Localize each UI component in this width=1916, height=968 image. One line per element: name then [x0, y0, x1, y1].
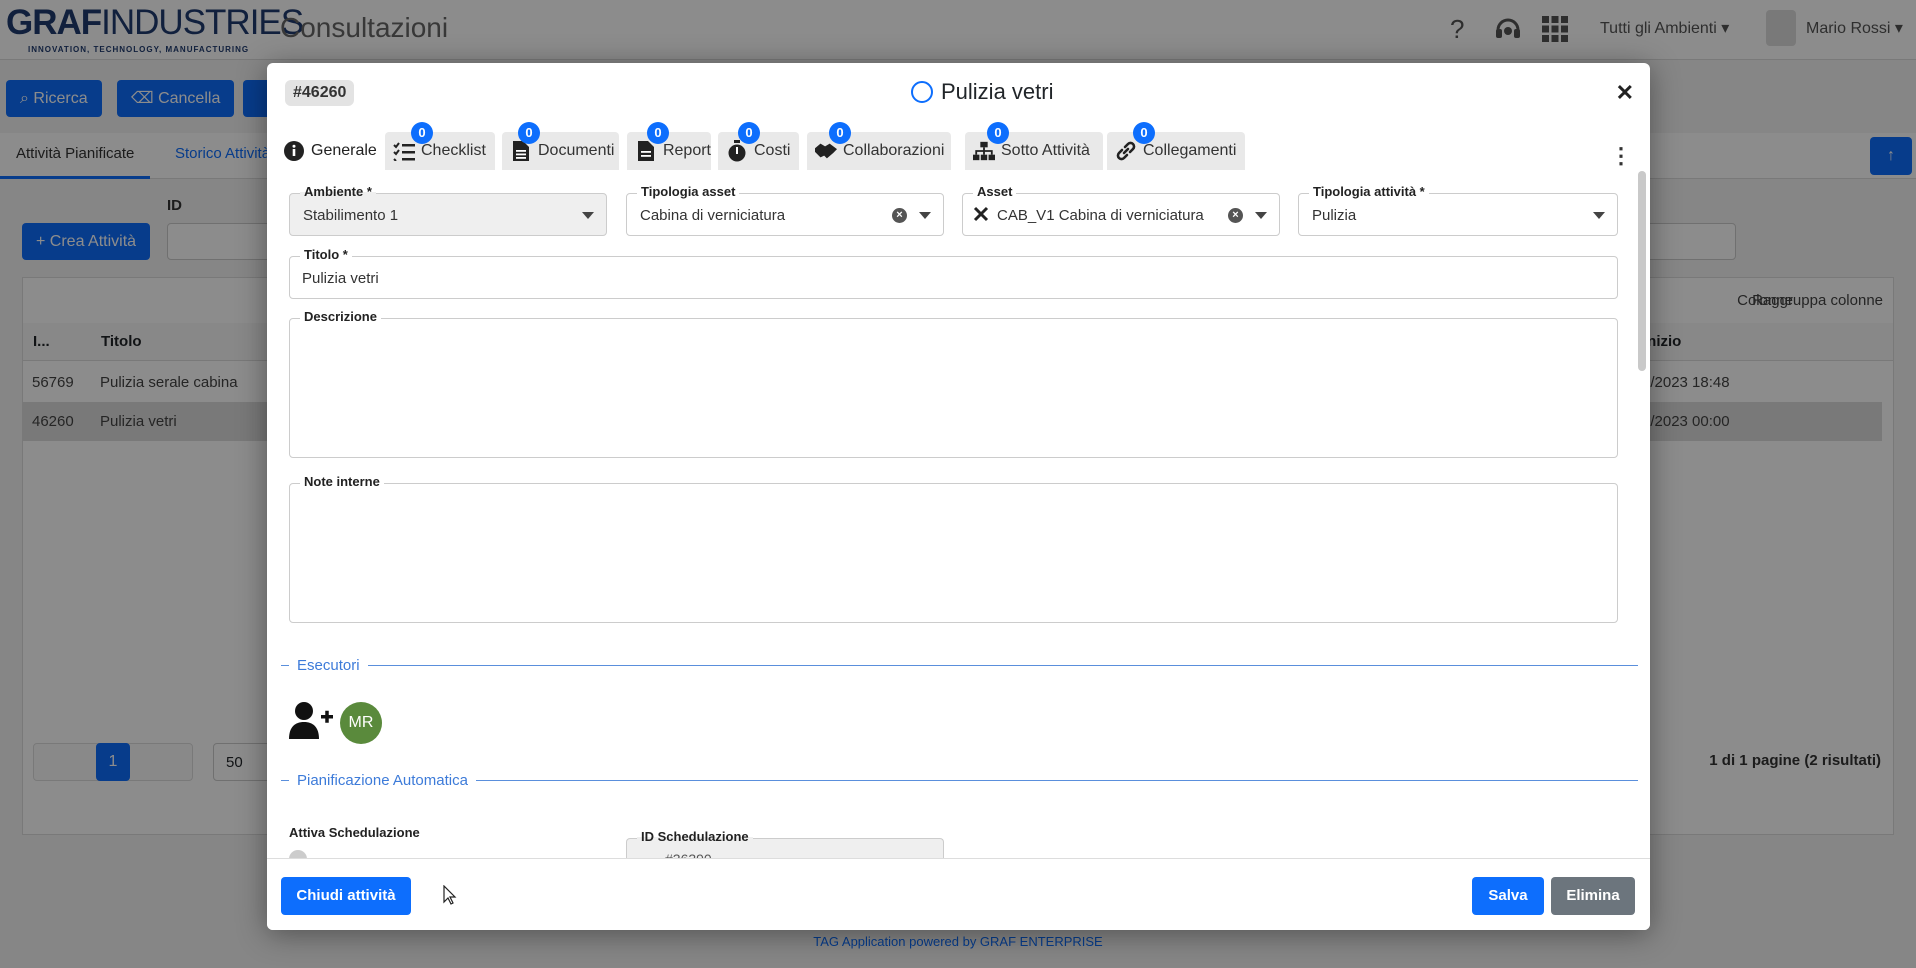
chevron-down-icon[interactable] — [1255, 212, 1267, 219]
link-icon — [1115, 140, 1137, 162]
add-user-icon[interactable] — [289, 701, 335, 741]
close-activity-button[interactable]: Chiudi attività — [281, 877, 411, 915]
asset-select[interactable]: Asset CAB_V1 Cabina di verniciatura × — [962, 185, 1280, 236]
tab-generale[interactable]: Generale — [275, 132, 377, 170]
tab-documenti[interactable]: 0 Documenti — [502, 122, 619, 170]
checklist-count-badge: 0 — [411, 122, 433, 144]
descrizione-textarea[interactable]: Descrizione — [289, 310, 1618, 458]
chevron-down-icon[interactable] — [919, 212, 931, 219]
modal-title: Pulizia vetri — [911, 79, 1053, 105]
handshake-icon — [815, 140, 837, 162]
mouse-cursor-icon — [443, 885, 457, 905]
note-interne-textarea[interactable]: Note interne — [289, 475, 1618, 623]
esecutori-section: Esecutori — [281, 655, 1638, 675]
tab-costi[interactable]: 0 Costi — [718, 122, 799, 170]
tipologia-asset-select[interactable]: Tipologia asset Cabina di verniciatura × — [626, 185, 944, 236]
tab-sotto-attivita[interactable]: 0 Sotto Attività — [965, 122, 1103, 170]
titolo-input[interactable]: Titolo * Pulizia vetri — [289, 248, 1618, 299]
checklist-icon — [393, 140, 415, 162]
collaborazioni-count-badge: 0 — [829, 122, 851, 144]
modal-scrollbar[interactable] — [1638, 171, 1646, 371]
tab-report[interactable]: 0 Report — [627, 122, 711, 170]
pianificazione-section: Pianificazione Automatica — [281, 770, 1638, 790]
tools-icon — [973, 206, 989, 222]
tab-collegamenti[interactable]: 0 Collegamenti — [1107, 122, 1245, 170]
status-circle-icon — [911, 81, 933, 103]
activity-id-badge: #46260 — [285, 80, 355, 106]
tab-collaborazioni[interactable]: 0 Collaborazioni — [807, 122, 951, 170]
chevron-down-icon[interactable] — [582, 212, 594, 219]
info-icon — [283, 140, 305, 162]
tipologia-attivita-select[interactable]: Tipologia attività * Pulizia — [1298, 185, 1618, 236]
documenti-count-badge: 0 — [518, 122, 540, 144]
more-options-icon[interactable]: ⋮ — [1610, 143, 1632, 169]
chevron-down-icon[interactable] — [1593, 212, 1605, 219]
sitemap-icon — [973, 140, 995, 162]
executor-avatar[interactable]: MR — [340, 702, 382, 744]
delete-button[interactable]: Elimina — [1551, 877, 1635, 915]
clear-icon[interactable]: × — [892, 208, 907, 223]
attiva-schedulazione-label: Attiva Schedulazione — [289, 825, 420, 840]
modal-footer: Chiudi attività Salva Elimina — [267, 858, 1650, 930]
close-icon[interactable]: ✕ — [1616, 80, 1634, 106]
clear-icon[interactable]: × — [1228, 208, 1243, 223]
sotto-attivita-count-badge: 0 — [987, 122, 1009, 144]
costi-count-badge: 0 — [738, 122, 760, 144]
activity-modal: #46260 Pulizia vetri ✕ ⋮ Generale 0 Chec… — [267, 63, 1650, 930]
ambiente-select[interactable]: Ambiente * Stabilimento 1 — [289, 185, 607, 236]
save-button[interactable]: Salva — [1472, 877, 1544, 915]
collegamenti-count-badge: 0 — [1133, 122, 1155, 144]
tab-checklist[interactable]: 0 Checklist — [385, 122, 495, 170]
report-count-badge: 0 — [647, 122, 669, 144]
